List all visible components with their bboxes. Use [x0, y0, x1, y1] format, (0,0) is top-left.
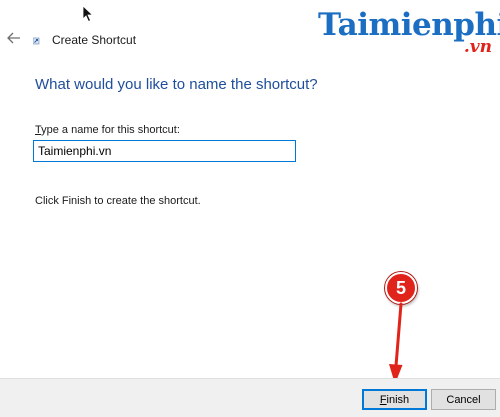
mouse-cursor-icon — [82, 5, 94, 23]
cancel-button[interactable]: Cancel — [431, 389, 496, 410]
shortcut-name-input[interactable] — [33, 140, 296, 162]
wizard-footer: Finish Cancel — [0, 378, 500, 417]
finish-button-label: inish — [386, 393, 410, 406]
shortcut-wizard-icon — [33, 37, 40, 45]
page-heading: What would you like to name the shortcut… — [35, 76, 318, 93]
arrow-left-icon — [7, 32, 20, 44]
create-shortcut-wizard: Create Shortcut Taimienphi .vn What woul… — [0, 0, 500, 417]
watermark-brand-suffix: .vn — [463, 37, 492, 57]
wizard-header: Create Shortcut Taimienphi .vn — [0, 0, 500, 66]
step-number-badge: 5 — [385, 272, 417, 304]
shortcut-name-label-text: ype a name for this shortcut: — [41, 124, 180, 136]
taimienphi-watermark: Taimienphi .vn — [318, 6, 500, 62]
pointer-arrow-icon — [389, 302, 403, 384]
finish-button[interactable]: Finish — [362, 389, 427, 410]
back-button[interactable] — [6, 30, 22, 46]
finish-button-mnemonic: F — [379, 393, 387, 406]
wizard-title: Create Shortcut — [52, 33, 137, 47]
finish-instruction: Click Finish to create the shortcut. — [35, 195, 201, 207]
shortcut-name-label: Type a name for this shortcut: — [35, 124, 180, 137]
